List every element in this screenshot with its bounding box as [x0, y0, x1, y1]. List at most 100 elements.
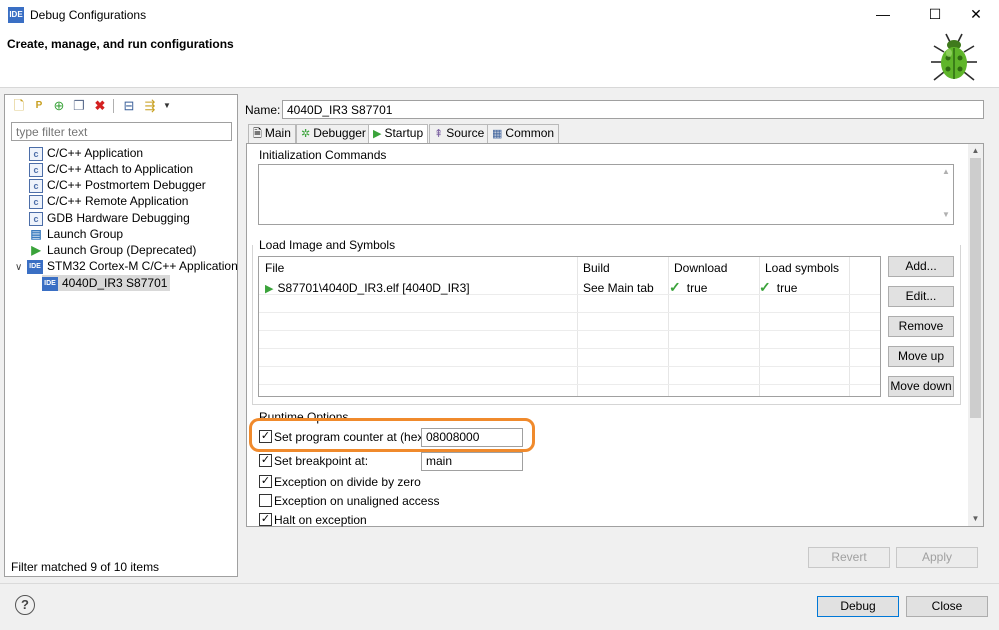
filter-input[interactable]	[11, 122, 232, 141]
c-app-icon: c	[29, 194, 43, 209]
textarea-scroll-down-icon[interactable]: ▼	[942, 210, 950, 219]
main-tab-icon: 🗎	[253, 128, 262, 140]
move-down-button[interactable]: Move down	[888, 376, 954, 397]
maximize-button[interactable]: ☐	[912, 0, 958, 30]
tab-label: Debugger	[313, 126, 366, 140]
unaligned-access-label: Exception on unaligned access	[274, 494, 440, 508]
tree-item-launch-group[interactable]: ▤ Launch Group	[29, 226, 123, 242]
tree-item-launch-group-deprecated[interactable]: ▶ Launch Group (Deprecated)	[29, 242, 196, 258]
table-row[interactable]: ▶ S87701\4040D_IR3.elf [4040D_IR3] See Ma…	[259, 279, 880, 296]
column-header-build[interactable]: Build	[583, 261, 610, 275]
column-separator	[668, 257, 669, 396]
column-header-download[interactable]: Download	[674, 261, 727, 275]
apply-button[interactable]: Apply	[896, 547, 978, 568]
row-divider	[259, 348, 880, 349]
ide-icon: IDE	[27, 259, 43, 274]
tab-label: Common	[505, 126, 555, 140]
download-value: true	[686, 281, 708, 295]
toolbar-separator	[113, 99, 114, 113]
textarea-scroll-up-icon[interactable]: ▲	[942, 167, 950, 176]
breakpoint-input[interactable]: main	[421, 452, 523, 471]
tab-common[interactable]: ▦ Common	[487, 124, 560, 143]
tree-item-gdb-hardware[interactable]: c GDB Hardware Debugging	[29, 210, 190, 226]
debug-button[interactable]: Debug	[817, 596, 899, 617]
tree-item-label: C/C++ Postmortem Debugger	[47, 178, 206, 192]
column-header-load-symbols[interactable]: Load symbols	[765, 261, 839, 275]
init-commands-textarea[interactable]	[258, 164, 954, 225]
filter-icon[interactable]: ⇶	[142, 98, 158, 114]
c-app-icon: c	[29, 146, 43, 161]
dropdown-icon[interactable]: ▼	[159, 98, 175, 114]
file-value: S87701\4040D_IR3.elf [4040D_IR3]	[277, 281, 470, 295]
bug-icon	[931, 33, 977, 81]
tab-main[interactable]: 🗎 Main	[248, 124, 296, 143]
image-symbols-table[interactable]: File Build Download Load symbols ▶ S87701…	[258, 256, 881, 397]
load-symbols-value: true	[776, 281, 798, 295]
tree-item-c-attach[interactable]: c C/C++ Attach to Application	[29, 161, 193, 177]
load-symbols-cell: ✓ true	[759, 279, 797, 296]
name-label: Name:	[245, 103, 281, 117]
add-button[interactable]: Add...	[888, 256, 954, 277]
check-icon: ✓	[759, 279, 771, 295]
new-configuration-icon[interactable]: 🗋	[11, 98, 27, 114]
halt-on-exception-checkbox[interactable]: ✓	[259, 513, 272, 526]
scroll-up-icon[interactable]: ▲	[968, 146, 983, 155]
row-divider	[259, 366, 880, 367]
remove-button[interactable]: Remove	[888, 316, 954, 337]
name-input[interactable]	[282, 100, 984, 119]
new-prototype-icon[interactable]: P	[31, 98, 47, 114]
scrollbar-thumb[interactable]	[970, 158, 981, 418]
debugger-tab-icon: ✲	[301, 128, 311, 140]
delete-icon[interactable]: ✖	[92, 98, 108, 114]
tree-item-c-remote[interactable]: c C/C++ Remote Application	[29, 193, 188, 209]
set-breakpoint-label: Set breakpoint at:	[274, 454, 369, 468]
row-divider	[259, 330, 880, 331]
scroll-down-icon[interactable]: ▼	[968, 514, 983, 523]
common-tab-icon: ▦	[492, 128, 503, 140]
tree-item-c-application[interactable]: c C/C++ Application	[29, 145, 143, 161]
file-cell: ▶ S87701\4040D_IR3.elf [4040D_IR3]	[265, 281, 470, 295]
column-separator	[577, 257, 578, 396]
tab-debugger[interactable]: ✲ Debugger	[296, 124, 371, 143]
tab-label: Source	[446, 126, 485, 140]
column-header-file[interactable]: File	[265, 261, 284, 275]
tree-item-label: 4040D_IR3 S87701	[62, 276, 168, 290]
set-breakpoint-checkbox[interactable]: ✓	[259, 454, 272, 467]
filter-status: Filter matched 9 of 10 items	[11, 560, 160, 574]
row-divider	[259, 384, 880, 385]
unaligned-access-checkbox[interactable]	[259, 494, 272, 507]
divide-by-zero-checkbox[interactable]: ✓	[259, 475, 272, 488]
export-icon[interactable]: ⊕	[51, 98, 67, 114]
row-divider	[259, 312, 880, 313]
tree-item-c-postmortem[interactable]: c C/C++ Postmortem Debugger	[29, 177, 206, 193]
launch-group-deprecated-icon: ▶	[31, 242, 41, 257]
halt-on-exception-label: Halt on exception	[274, 513, 367, 527]
help-icon[interactable]: ?	[15, 595, 35, 615]
chevron-down-icon[interactable]: ∨	[15, 260, 27, 276]
tree-item-label: STM32 Cortex-M C/C++ Application	[47, 259, 238, 273]
close-button[interactable]: Close	[906, 596, 988, 617]
duplicate-icon[interactable]: ❐	[71, 98, 87, 114]
tree-item-label: Launch Group (Deprecated)	[47, 243, 197, 257]
tree-item-selected-config[interactable]: IDE 4040D_IR3 S87701	[42, 275, 171, 291]
init-commands-label: Initialization Commands	[259, 148, 387, 162]
title-bar	[0, 0, 999, 30]
c-app-icon: c	[29, 211, 43, 226]
edit-button[interactable]: Edit...	[888, 286, 954, 307]
app-icon: IDE	[8, 7, 24, 23]
tab-source[interactable]: ⇞ Source	[429, 124, 490, 143]
build-cell: See Main tab	[583, 281, 654, 295]
move-up-button[interactable]: Move up	[888, 346, 954, 367]
divide-by-zero-label: Exception on divide by zero	[274, 475, 421, 489]
collapse-all-icon[interactable]: ⊟	[121, 98, 137, 114]
revert-button[interactable]: Revert	[808, 547, 890, 568]
check-icon: ✓	[669, 279, 681, 295]
source-tab-icon: ⇞	[434, 128, 444, 140]
minimize-button[interactable]: —	[860, 0, 906, 30]
close-window-button[interactable]: ✕	[953, 0, 999, 30]
ide-icon: IDE	[42, 276, 58, 291]
tree-item-label: Launch Group	[47, 227, 124, 241]
tab-startup[interactable]: ▶ Startup	[368, 124, 429, 144]
c-app-icon: c	[29, 178, 43, 193]
tree-item-stm32[interactable]: ∨ IDE STM32 Cortex-M C/C++ Application	[15, 258, 238, 274]
